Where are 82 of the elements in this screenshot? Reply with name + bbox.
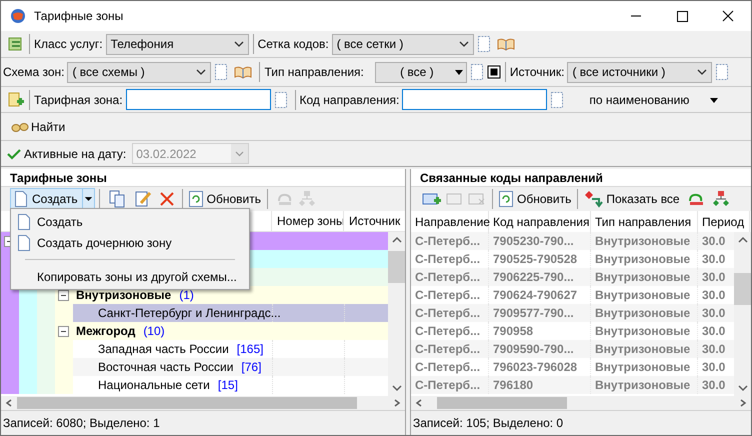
level-band <box>37 376 55 394</box>
level-band <box>55 304 73 322</box>
field-label: Код направления: <box>300 92 400 108</box>
book-icon[interactable] <box>234 65 252 79</box>
window-title: Тарифные зоны <box>34 8 124 25</box>
refresh-button[interactable]: Обновить <box>497 190 574 208</box>
stop-icon[interactable] <box>486 65 501 79</box>
field-label: Активные на дату: <box>24 146 126 162</box>
status-text: Записей: 6080; Выделено: 1 <box>1 410 405 435</box>
zone-scheme-select[interactable]: ( все схемы ) <box>67 62 212 82</box>
tree-row[interactable]: Восточная часть России [76] <box>73 358 388 376</box>
blank-document-icon[interactable] <box>715 63 730 81</box>
count-label: (10) <box>143 323 165 340</box>
zone-name: Восточная часть России <box>98 359 234 376</box>
collapse-icon[interactable] <box>58 326 69 336</box>
zone-name: Санкт-Петербург и Ленинградс... <box>98 305 281 322</box>
refresh-button[interactable]: Обновить <box>186 190 263 208</box>
scroll-thumb[interactable] <box>734 273 751 305</box>
sort-mode-dropdown[interactable]: по наименованию <box>589 90 720 108</box>
status-text: Записей: 105; Выделено: 0 <box>411 410 751 435</box>
refresh-icon <box>188 191 203 207</box>
column-header[interactable]: Источник <box>343 211 403 231</box>
copy-icon[interactable] <box>108 190 126 208</box>
delete-icon[interactable] <box>158 191 175 207</box>
source-select[interactable]: ( все источники ) <box>567 62 712 82</box>
direction-code-field[interactable] <box>402 89 548 110</box>
blank-document-icon[interactable] <box>476 35 491 53</box>
menu-item[interactable]: Создать <box>11 211 249 232</box>
scroll-thumb[interactable] <box>437 397 567 409</box>
document-icon <box>17 214 31 230</box>
blank-document-icon[interactable] <box>214 63 228 81</box>
zone-name: Национальные сети <box>98 377 210 394</box>
field-label: Источник: <box>510 64 564 81</box>
menu-item[interactable]: Создать дочернюю зону <box>11 232 249 253</box>
diamond-arrow-icon <box>584 190 604 208</box>
count-label: [165] <box>236 341 264 358</box>
add-row-icon[interactable] <box>422 191 442 207</box>
table-cell: С-Петерб... <box>411 376 489 394</box>
hierarchy-icon[interactable] <box>712 190 730 208</box>
level-band <box>19 376 37 394</box>
scroll-thumb[interactable] <box>17 397 357 409</box>
level-band <box>55 376 73 394</box>
field-label: Сетка кодов: <box>258 36 329 53</box>
blank-document-icon[interactable] <box>274 90 288 108</box>
globe-icon <box>10 8 26 24</box>
table-cell: 796180 <box>489 376 591 394</box>
dropdown-arrow-icon <box>454 67 464 77</box>
add-document-icon[interactable] <box>7 90 25 108</box>
field-label: Класс услуг: <box>34 36 103 53</box>
document-icon <box>14 191 28 207</box>
binoculars-icon <box>11 120 29 132</box>
edit-icon[interactable] <box>134 190 152 208</box>
field-label: Тарифная зона: <box>34 92 123 108</box>
document-icon <box>17 234 31 250</box>
field-label: Схема зон: <box>3 64 64 81</box>
service-class-select[interactable]: Телефония <box>106 34 249 54</box>
count-label: [76] <box>241 359 262 376</box>
collapse-icon[interactable] <box>58 290 69 300</box>
level-band <box>55 340 73 358</box>
tree-row[interactable]: Санкт-Петербург и Ленинградс... <box>73 304 388 322</box>
scroll-thumb[interactable] <box>388 251 405 283</box>
table-cell: Внутризоновые <box>591 376 698 394</box>
book-icon[interactable] <box>496 37 515 51</box>
direction-type-select[interactable]: ( все ) <box>374 62 467 82</box>
group-label: Внутризоновые <box>76 287 172 304</box>
refresh-icon <box>499 191 513 207</box>
count-label: (1) <box>179 287 194 304</box>
field-label: Тип направления: <box>264 64 364 81</box>
tariff-zone-field[interactable] <box>126 89 271 110</box>
checkmark-icon <box>7 148 21 160</box>
menu-item[interactable]: Копировать зоны из другой схемы... <box>11 266 249 287</box>
dropdown-button-icon <box>231 144 248 163</box>
blank-document-icon[interactable] <box>550 90 564 108</box>
create-button[interactable]: Создать <box>10 188 95 210</box>
group-label: Межгород <box>76 323 136 340</box>
count-label: [15] <box>218 377 238 394</box>
tree-row[interactable]: Межгород (10) <box>55 322 388 340</box>
show-all-button[interactable]: Показать все <box>582 190 682 208</box>
code-grid-select[interactable]: ( все сетки ) <box>332 34 474 54</box>
zone-name: Западная часть России <box>98 341 229 358</box>
level-band <box>1 376 19 394</box>
find-button[interactable]: Найти <box>7 116 70 138</box>
